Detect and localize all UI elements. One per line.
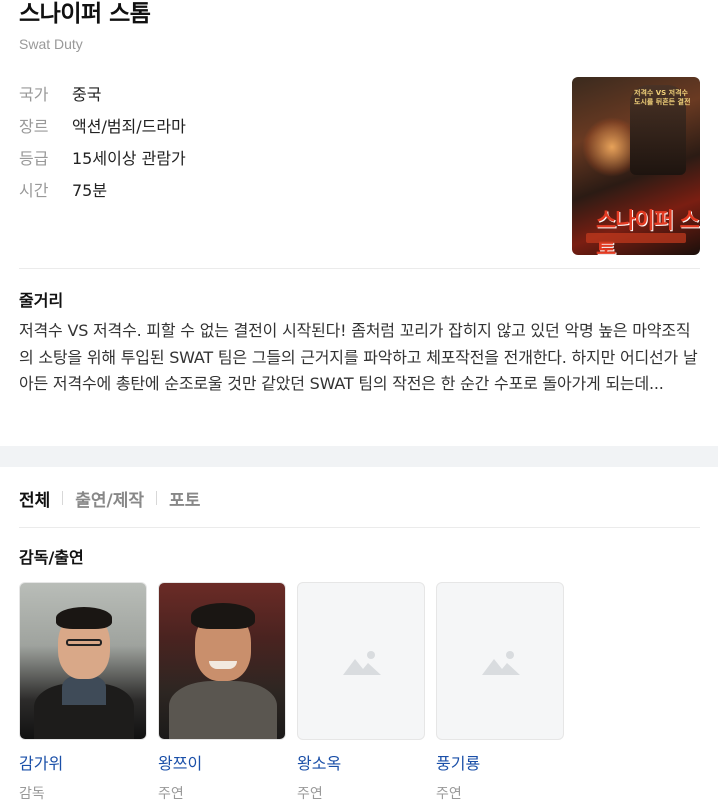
- image-placeholder-icon: [343, 651, 381, 675]
- tab-all[interactable]: 전체: [19, 486, 50, 511]
- cast-role: 주연: [436, 786, 462, 802]
- photo-scarf: [62, 675, 106, 705]
- tab-cast-crew[interactable]: 출연/제작: [75, 486, 144, 511]
- movie-poster[interactable]: 저격수 VS 저격수 도시를 뒤흔든 결전 스나이퍼 스톰: [572, 77, 700, 255]
- poster-title: 스나이퍼 스톰: [596, 209, 700, 255]
- photo-smile: [209, 661, 237, 669]
- cast-name[interactable]: 왕쯔이: [158, 750, 286, 774]
- cast-heading: 감독/출연: [19, 548, 84, 567]
- cast-item[interactable]: 감가위 감독: [19, 582, 147, 803]
- photo-glasses: [66, 639, 102, 646]
- info-value: 15세이상 관람가: [72, 149, 186, 168]
- info-label: 국가: [19, 85, 49, 104]
- cast-item[interactable]: 왕소옥 주연: [297, 582, 425, 803]
- cast-role: 주연: [158, 786, 184, 802]
- cast-photo-placeholder[interactable]: [436, 582, 564, 740]
- cast-photo[interactable]: [158, 582, 286, 740]
- movie-subtitle: Swat Duty: [19, 36, 83, 52]
- info-row-runtime: 시간 75분: [19, 173, 186, 205]
- tab-separator: [156, 491, 158, 505]
- content-tabs: 전체 출연/제작 포토: [19, 486, 200, 511]
- cast-name[interactable]: 감가위: [19, 750, 147, 774]
- cast-list: 감가위 감독 왕쯔이 주연 왕소옥 주연 풍기룡 주연: [19, 582, 575, 803]
- photo-hair: [56, 607, 112, 629]
- cast-item[interactable]: 왕쯔이 주연: [158, 582, 286, 803]
- synopsis-heading: 줄거리: [19, 291, 64, 310]
- info-row-country: 국가 중국: [19, 77, 186, 109]
- poster-credits: [586, 233, 686, 243]
- cast-photo[interactable]: [19, 582, 147, 740]
- info-row-genre: 장르 액션/범죄/드라마: [19, 109, 186, 141]
- movie-title: 스나이퍼 스톰: [19, 1, 151, 27]
- info-row-rating: 등급 15세이상 관람가: [19, 141, 186, 173]
- info-value: 중국: [72, 85, 102, 104]
- divider: [19, 527, 700, 528]
- movie-info-list: 국가 중국 장르 액션/범죄/드라마 등급 15세이상 관람가 시간 75분: [19, 77, 186, 205]
- cast-role: 주연: [297, 786, 323, 802]
- cast-item[interactable]: 풍기룡 주연: [436, 582, 564, 803]
- info-label: 시간: [19, 181, 49, 200]
- info-value: 75분: [72, 181, 108, 200]
- image-placeholder-icon: [482, 651, 520, 675]
- info-label: 장르: [19, 117, 49, 136]
- divider: [19, 268, 700, 269]
- info-label: 등급: [19, 149, 49, 168]
- cast-role: 감독: [19, 786, 45, 802]
- tab-photos[interactable]: 포토: [169, 486, 200, 511]
- poster-tagline: 저격수 VS 저격수 도시를 뒤흔든 결전: [634, 89, 691, 106]
- cast-name[interactable]: 풍기룡: [436, 750, 564, 774]
- info-value: 액션/범죄/드라마: [72, 117, 186, 136]
- tab-separator: [62, 491, 64, 505]
- cast-photo-placeholder[interactable]: [297, 582, 425, 740]
- cast-name[interactable]: 왕소옥: [297, 750, 425, 774]
- synopsis-text: 저격수 VS 저격수. 피할 수 없는 결전이 시작된다! 좀처럼 꼬리가 잡히…: [19, 321, 698, 393]
- photo-hair: [191, 603, 255, 629]
- photo-body: [169, 681, 277, 739]
